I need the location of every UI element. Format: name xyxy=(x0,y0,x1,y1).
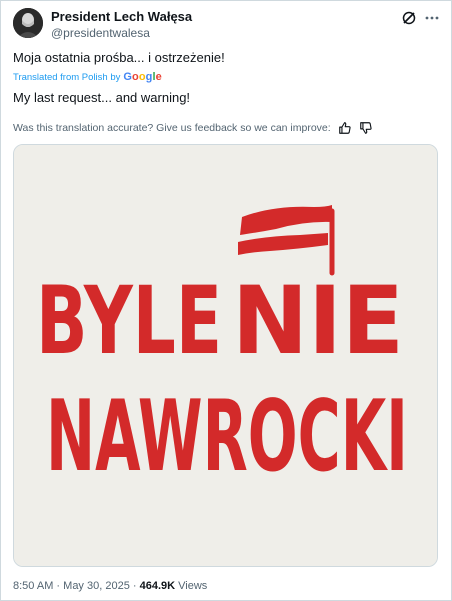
translation-feedback: Was this translation accurate? Give us f… xyxy=(13,121,373,135)
thumbs-up-icon[interactable] xyxy=(338,121,352,135)
thumbs-down-icon[interactable] xyxy=(359,121,373,135)
google-letter: g xyxy=(145,71,153,83)
tweet-original-text: Moja ostatnia prośba... i ostrzeżenie! xyxy=(13,50,225,65)
google-logo: Google xyxy=(123,71,162,83)
avatar[interactable] xyxy=(13,8,43,38)
google-letter: e xyxy=(155,71,162,83)
meta-separator: · xyxy=(56,580,61,592)
tweet-image[interactable]: BYLE NIE NAWROCKI xyxy=(13,144,438,567)
tweet-card: President Lech Wałęsa @presidentwalesa M… xyxy=(0,0,452,601)
author-display-name[interactable]: President Lech Wałęsa xyxy=(51,9,192,24)
tweet-meta: 8:50 AM · May 30, 2025 · 464.9K Views xyxy=(13,580,207,592)
slogan-word-nie: NIE xyxy=(232,267,404,376)
author-handle[interactable]: @presidentwalesa xyxy=(51,26,150,40)
tweet-translation-text: My last request... and warning! xyxy=(13,90,191,105)
feedback-prompt: Was this translation accurate? Give us f… xyxy=(13,122,331,134)
views-label: Views xyxy=(178,580,208,592)
slogan-word-nawrocki: NAWROCKI xyxy=(46,380,408,494)
meta-separator: · xyxy=(132,580,137,592)
tweet-date[interactable]: May 30, 2025 xyxy=(63,580,130,592)
google-letter: o xyxy=(138,71,146,83)
views-count: 464.9K xyxy=(139,580,176,592)
grok-icon[interactable] xyxy=(401,10,417,26)
more-icon[interactable] xyxy=(424,10,440,26)
tweet-time[interactable]: 8:50 AM xyxy=(13,580,53,592)
slogan-word-byle: BYLE xyxy=(36,267,222,376)
translation-attribution[interactable]: Translated from Polish by Google xyxy=(13,71,162,83)
google-letter: G xyxy=(123,71,133,83)
google-letter: o xyxy=(132,71,139,83)
translated-from-label: Translated from Polish by xyxy=(13,71,121,83)
